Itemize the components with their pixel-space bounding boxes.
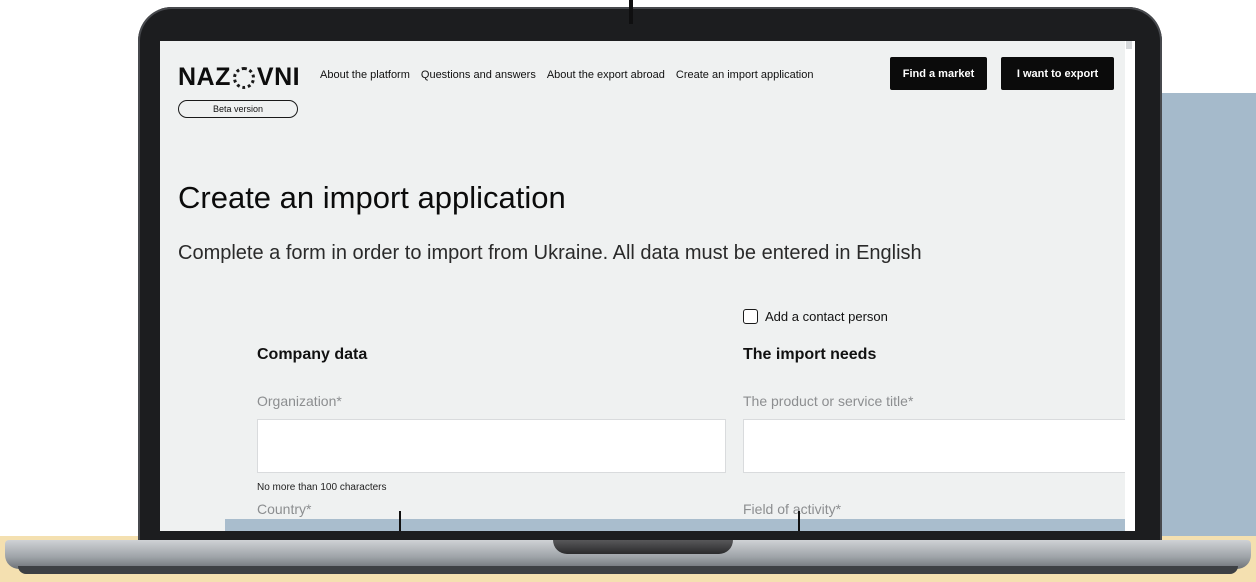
- nav-about-export[interactable]: About the export abroad: [547, 69, 665, 81]
- logo-text-right: VNI: [256, 63, 301, 91]
- laptop-base-shadow: [18, 566, 1238, 574]
- product-title-label: The product or service title*: [743, 393, 914, 409]
- site-logo[interactable]: NAZ VNI: [178, 63, 300, 92]
- product-title-input[interactable]: [743, 419, 1133, 473]
- contact-person-label: Add a contact person: [765, 309, 888, 324]
- scrollbar-thumb[interactable]: [1126, 41, 1132, 49]
- cable-tick-left: [399, 511, 401, 531]
- main-nav: About the platform Questions and answers…: [320, 69, 813, 81]
- contact-person-toggle[interactable]: Add a contact person: [743, 309, 888, 324]
- logo-text-left: NAZ: [178, 63, 231, 91]
- screen-bottom-strip: [225, 519, 1130, 531]
- find-market-button[interactable]: Find a market: [890, 57, 987, 90]
- cable-line: [629, 0, 633, 24]
- beta-badge: Beta version: [178, 100, 298, 118]
- organization-label: Organization*: [257, 393, 342, 409]
- laptop-screen: NAZ VNI About the platform Questions and…: [160, 41, 1135, 531]
- cable-tick-right: [798, 511, 800, 531]
- want-export-button[interactable]: I want to export: [1001, 57, 1114, 90]
- field-of-activity-label: Field of activity*: [743, 501, 842, 517]
- organization-hint: No more than 100 characters: [257, 482, 387, 493]
- organization-input[interactable]: [257, 419, 726, 473]
- nav-create-import[interactable]: Create an import application: [676, 69, 814, 81]
- laptop-notch: [553, 540, 733, 554]
- import-needs-heading: The import needs: [743, 346, 877, 363]
- nav-about-platform[interactable]: About the platform: [320, 69, 410, 81]
- contact-person-checkbox[interactable]: [743, 309, 758, 324]
- country-label: Country*: [257, 501, 312, 517]
- company-data-heading: Company data: [257, 346, 368, 363]
- logo-globe-icon: [232, 66, 255, 89]
- page-title: Create an import application: [178, 180, 566, 215]
- page-scrollbar[interactable]: [1125, 41, 1135, 531]
- page-subtitle: Complete a form in order to import from …: [178, 242, 922, 264]
- nav-questions-answers[interactable]: Questions and answers: [421, 69, 536, 81]
